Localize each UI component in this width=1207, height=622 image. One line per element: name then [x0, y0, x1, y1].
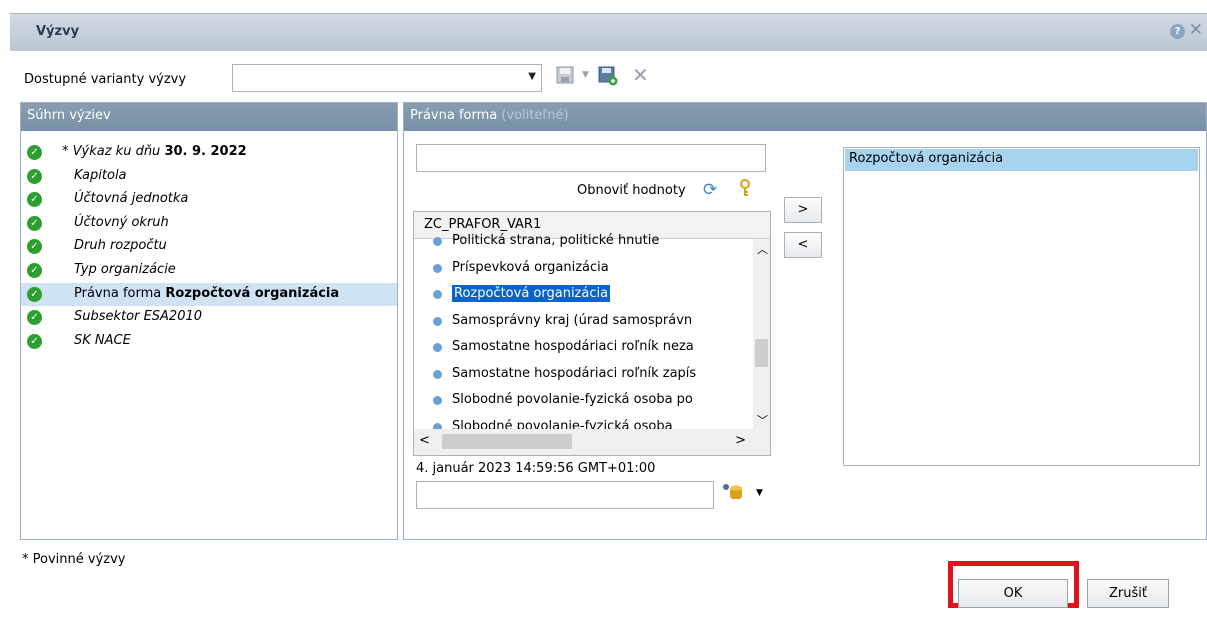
check-icon: ✓	[27, 168, 42, 184]
values-list[interactable]: ZC_PRAFOR_VAR1 Politická strana, politic…	[413, 211, 771, 456]
bullet-icon	[433, 396, 442, 405]
prompt-detail-title: Právna forma	[410, 108, 498, 123]
scroll-thumb[interactable]	[442, 434, 572, 449]
help-icon[interactable]: ?	[1170, 24, 1185, 39]
selected-value-item[interactable]: Rozpočtová organizácia	[845, 149, 1198, 171]
bullet-icon	[433, 263, 442, 273]
check-icon: ✓	[27, 286, 42, 302]
check-icon: ✓	[27, 263, 42, 278]
remove-selection-button[interactable]: <	[784, 232, 822, 258]
prompt-summary-label: * Výkaz ku dňu 30. 9. 2022	[62, 144, 247, 159]
prompt-summary-item[interactable]: ✓ * Výkaz ku dňu 30. 9. 2022	[21, 141, 397, 164]
refresh-icon[interactable]: ⟳	[703, 180, 717, 200]
prompt-summary-label: Právna forma Rozpočtová organizácia	[74, 286, 339, 301]
variable-picker-icon[interactable]	[722, 482, 744, 505]
refresh-values-label[interactable]: Obnoviť hodnoty	[577, 183, 686, 198]
value-list-item[interactable]: Slobodné povolanie-fyzická osoba po	[433, 392, 693, 407]
prompt-name: Kapitola	[74, 167, 127, 183]
bullet-icon	[433, 290, 442, 299]
optional-label: (voliteľné)	[501, 108, 569, 123]
prompt-summary-item[interactable]: ✓ Druh rozpočtu	[21, 235, 397, 258]
dialog-title: Výzvy	[36, 24, 80, 39]
prompt-name: Účtovný okruh	[74, 214, 169, 230]
value-list-item[interactable]: Politická strana, politické hnutie	[433, 233, 660, 248]
key-icon[interactable]	[739, 179, 751, 201]
value-list-item[interactable]: Samostatne hospodáriaci roľník zapís	[433, 365, 697, 381]
bullet-icon	[433, 316, 442, 326]
dialog-titlebar: Výzvy ? ✕	[10, 13, 1207, 51]
selected-values-list[interactable]: Rozpočtová organizácia	[843, 147, 1200, 466]
scroll-thumb[interactable]	[755, 339, 768, 367]
prompt-name: Druh rozpočtu	[74, 238, 167, 254]
prompt-detail-header: Právna forma (voliteľné)	[404, 103, 1206, 131]
prompt-name: * Výkaz ku dňu	[62, 144, 165, 159]
prompt-summary-panel: Súhrn výziev ✓ * Výkaz ku dňu 30. 9. 2022…	[20, 102, 398, 540]
delete-icon[interactable]: ✕	[632, 63, 649, 87]
chevron-down-icon[interactable]: ▼	[582, 70, 589, 92]
prompt-summary-item[interactable]: ✓ Účtovná jednotka	[21, 188, 397, 211]
prompt-name: Účtovná jednotka	[74, 191, 189, 207]
variants-dropdown[interactable]: ▼	[232, 64, 542, 92]
check-icon: ✓	[27, 215, 42, 231]
cancel-button[interactable]: Zrušiť	[1087, 579, 1169, 608]
refresh-timestamp: 4. január 2023 14:59:56 GMT+01:00	[416, 461, 656, 476]
check-icon: ✓	[27, 310, 42, 326]
prompt-summary-label: SK NACE	[74, 333, 131, 348]
check-icon: ✓	[27, 192, 42, 208]
prompt-name: Subsektor ESA2010	[74, 309, 203, 325]
value-list-item[interactable]: Samostatne hospodáriaci roľník neza	[433, 339, 694, 354]
value-list-item[interactable]: Rozpočtová organizácia	[433, 285, 611, 302]
chevron-down-icon[interactable]: ﹀	[757, 412, 768, 428]
prompt-name: Právna forma	[74, 285, 166, 301]
value-label: Príspevková organizácia	[452, 259, 609, 275]
check-icon: ✓	[27, 145, 42, 160]
chevron-down-icon[interactable]: ▼	[756, 488, 763, 498]
bullet-icon	[433, 343, 442, 352]
check-icon: ✓	[27, 333, 42, 349]
prompt-summary-label: Subsektor ESA2010	[74, 309, 202, 324]
bullet-icon	[433, 369, 442, 379]
prompt-name: SK NACE	[74, 332, 131, 348]
horizontal-scrollbar[interactable]: < >	[414, 429, 770, 455]
value-label: Samostatne hospodáriaci roľník neza	[452, 339, 694, 354]
prompt-summary-item[interactable]: ✓ Účtovný okruh	[21, 212, 397, 235]
value-list-item[interactable]: Samosprávny kraj (úrad samosprávn	[433, 312, 693, 328]
chevron-up-icon[interactable]: ︿	[757, 241, 768, 257]
save-icon[interactable]	[556, 66, 574, 88]
bullet-icon	[433, 237, 442, 246]
prompt-summary-label: Druh rozpočtu	[74, 238, 167, 253]
ok-button[interactable]: OK	[958, 579, 1068, 608]
check-icon: ✓	[27, 239, 42, 255]
prompt-name: Typ organizácie	[74, 262, 176, 277]
prompt-value: 30. 9. 2022	[164, 144, 247, 159]
prompt-summary-header: Súhrn výziev	[21, 103, 397, 131]
prompt-summary-label: Typ organizácie	[74, 262, 176, 277]
value-list-item[interactable]: Príspevková organizácia	[433, 259, 609, 275]
value-label: Rozpočtová organizácia	[452, 285, 611, 302]
save-as-icon[interactable]	[598, 66, 618, 88]
chevron-right-icon[interactable]: >	[735, 433, 746, 448]
prompt-value: Rozpočtová organizácia	[165, 285, 340, 301]
add-selection-button[interactable]: >	[784, 197, 822, 223]
prompt-summary-item[interactable]: ✓ Právna forma Rozpočtová organizácia	[21, 282, 397, 306]
prompt-summary-label: Účtovný okruh	[74, 215, 169, 230]
vertical-scrollbar[interactable]: ︿ ﹀	[753, 239, 770, 430]
prompt-summary-label: Kapitola	[74, 168, 127, 183]
prompt-summary-item[interactable]: ✓ Typ organizácie	[21, 259, 397, 282]
close-icon[interactable]: ✕	[1189, 20, 1203, 40]
variants-label: Dostupné varianty výzvy	[24, 72, 187, 87]
prompt-summary-item[interactable]: ✓ Subsektor ESA2010	[21, 306, 397, 329]
value-label: Slobodné povolanie-fyzická osoba po	[452, 392, 693, 407]
value-label: Politická strana, politické hnutie	[452, 233, 660, 248]
manual-value-input[interactable]	[416, 481, 714, 509]
search-input[interactable]	[416, 144, 766, 172]
value-label: Samosprávny kraj (úrad samosprávn	[452, 312, 693, 328]
prompt-summary-label: Účtovná jednotka	[74, 191, 188, 206]
chevron-left-icon[interactable]: <	[419, 433, 430, 448]
prompt-summary-item[interactable]: ✓ SK NACE	[21, 330, 397, 353]
chevron-down-icon: ▼	[528, 71, 536, 82]
value-label: Samostatne hospodáriaci roľník zapís	[452, 365, 697, 381]
mandatory-note: * Povinné výzvy	[22, 552, 126, 567]
prompt-summary-item[interactable]: ✓ Kapitola	[21, 165, 397, 188]
